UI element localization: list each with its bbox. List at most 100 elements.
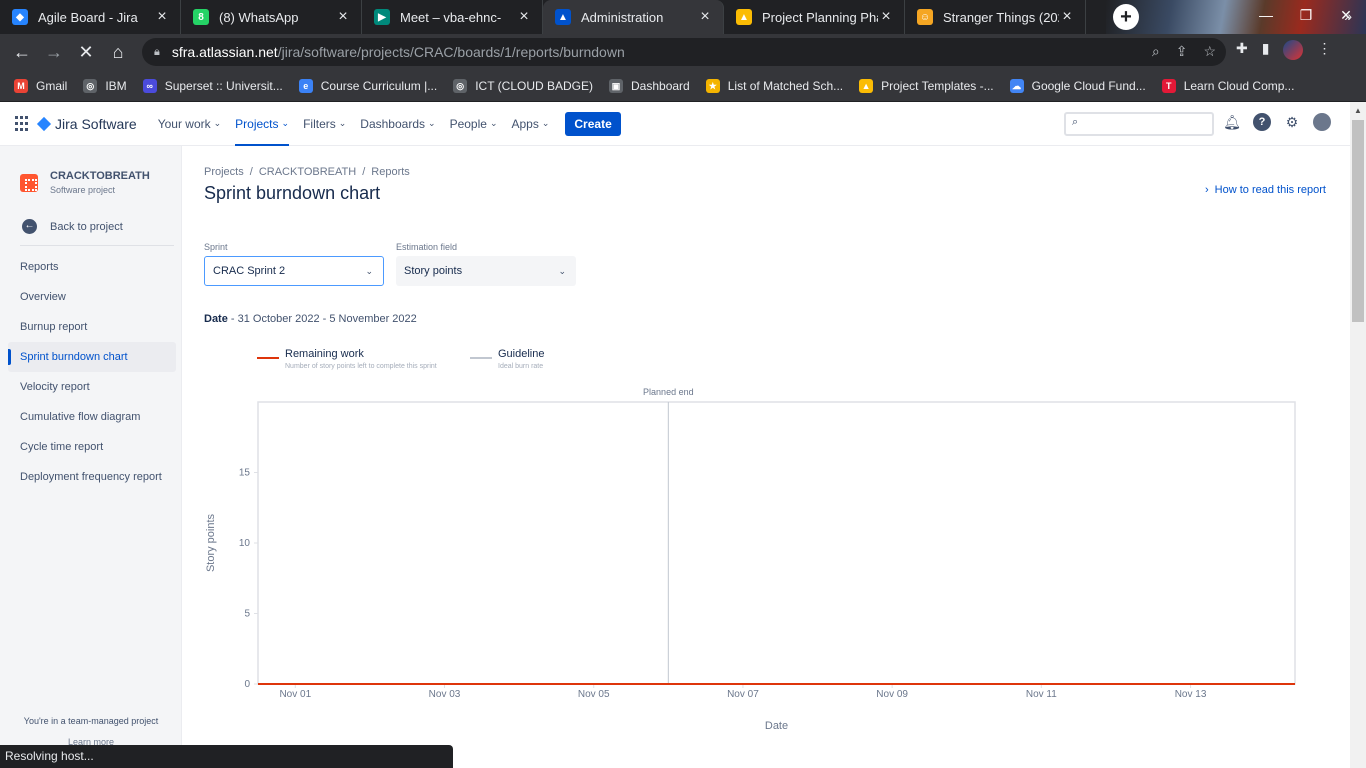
globe-icon: ◎ [83,78,98,93]
bookmark-item[interactable]: T Learn Cloud Comp... [1161,78,1295,93]
lock-icon[interactable]: 🔒︎ [154,46,160,59]
sprint-select[interactable]: CRAC Sprint 2 ⌄ [204,256,384,286]
sidebar-item-cumulative-flow-diagram[interactable]: Cumulative flow diagram [8,402,176,432]
close-tab-icon[interactable]: × [1059,8,1075,26]
back-arrow-icon[interactable]: ← [6,42,38,63]
nav-menu-projects[interactable]: Projects ⌄ [235,102,290,146]
tab-title: Meet – vba-ehnc- [400,9,502,25]
bookmark-item[interactable]: ▲ Project Templates -... [859,78,994,93]
app-switcher-icon[interactable] [15,115,31,132]
browser-menu-icon[interactable]: ⋮ [1317,40,1331,60]
chevron-down-icon: ⌄ [338,118,347,128]
bookmark-label: Learn Cloud Comp... [1183,78,1295,93]
jira-logo[interactable]: Jira Software [36,116,137,132]
how-to-read-label: How to read this report [1214,184,1326,196]
bookmark-item[interactable]: e Course Curriculum |... [298,78,437,93]
new-tab-button[interactable]: + [1113,4,1139,30]
close-tab-icon[interactable]: × [697,8,713,26]
user-avatar-icon[interactable] [1313,113,1331,131]
browser-tab[interactable]: 8 (8) WhatsApp × [181,0,362,34]
close-tab-icon[interactable]: × [154,8,170,26]
back-to-project-link[interactable]: ← Back to project [22,219,123,234]
browser-tab[interactable]: ▲ Administration × [543,0,724,34]
drive-icon: ▲ [859,78,874,93]
bookmark-item[interactable]: ▣ Dashboard [609,78,690,93]
bookmark-star-icon[interactable]: ☆ [1203,43,1216,60]
browser-tab[interactable]: ☺ Stranger Things (2022)× [905,0,1086,34]
extensions-icon[interactable]: ✚ [1236,40,1248,60]
sidebar-item-sprint-burndown-chart[interactable]: Sprint burndown chart [8,342,176,372]
search-icon: ⌕ [1072,116,1079,128]
breadcrumb-project[interactable]: CRACKTOBREATH [259,166,356,178]
close-tab-icon[interactable]: × [335,8,351,26]
nav-menu-dashboards[interactable]: Dashboards ⌄ [360,102,435,146]
page-scrollbar[interactable]: ▲ [1350,102,1366,768]
project-name: CRACKTOBREATH [50,170,150,182]
create-button[interactable]: Create [565,111,621,136]
back-arrow-circle-icon: ← [22,219,37,234]
forward-arrow-icon[interactable]: → [38,42,70,63]
bookmark-item[interactable]: ☁ Google Cloud Fund... [1009,78,1146,93]
plot-area [257,401,1296,685]
bookmark-label: Superset :: Universit... [164,78,283,93]
bookmark-item[interactable]: ∞ Superset :: Universit... [142,78,283,93]
breadcrumb-projects[interactable]: Projects [204,166,244,178]
chevron-down-icon: ⌄ [213,118,222,128]
notifications-icon[interactable]: 🔔︎ [1223,113,1241,131]
maximize-icon[interactable]: ❐ [1286,0,1326,34]
browser-toolbar: ← → ✕ ⌂ 🔒︎ sfra.atlassian.net/jira/softw… [0,34,1366,70]
url-path: /jira/software/projects/CRAC/boards/1/re… [277,44,625,60]
sidepanel-icon[interactable]: ▮ [1262,40,1270,60]
browser-tab[interactable]: ▲ Project Planning Phase× [724,0,905,34]
bookmark-item[interactable]: M Gmail [14,78,67,93]
browser-tab[interactable]: ▶ Meet – vba-ehnc- × [362,0,543,34]
sidebar-item-deployment-frequency-report[interactable]: Deployment frequency report [8,462,176,492]
nav-menu-people[interactable]: People ⌄ [450,102,498,146]
nav-menu-label: Dashboards [360,116,426,131]
sidebar-item-velocity-report[interactable]: Velocity report [8,372,176,402]
nav-menu-apps[interactable]: Apps ⌄ [511,102,549,146]
settings-gear-icon[interactable]: ⚙ [1283,113,1301,131]
tab-title: Stranger Things (2022) [943,9,1059,25]
breadcrumb-reports[interactable]: Reports [371,166,410,178]
close-tab-icon[interactable]: × [878,8,894,26]
scroll-up-icon[interactable]: ▲ [1354,106,1362,115]
browser-tab[interactable]: ◆ Agile Board - Jira × [0,0,181,34]
chevron-down-icon: ⌄ [281,118,290,128]
chevron-down-icon: ⌄ [365,265,373,276]
sidebar-item-cycle-time-report[interactable]: Cycle time report [8,432,176,462]
address-bar[interactable]: 🔒︎ sfra.atlassian.net/jira/software/proj… [142,38,1226,66]
chevron-right-icon: › [1205,184,1209,196]
profile-avatar-icon[interactable] [1283,40,1304,60]
jira-menu: Your work ⌄ Projects ⌄ Filters ⌄ Dashboards ⌄ Pe… [158,102,564,146]
minimize-icon[interactable]: — [1246,0,1286,34]
estimation-select[interactable]: Story points ⌄ [396,256,576,286]
bookmark-label: List of Matched Sch... [727,78,844,93]
x-tick-label: Nov 09 [876,689,908,700]
search-input[interactable]: ⌕ [1064,112,1214,136]
scrollbar-thumb[interactable] [1352,120,1364,322]
burndown-chart[interactable]: 0 5 10 15 Nov 01 Nov 03 Nov 05 Nov 07 Nov 09 Nov … [196,380,1316,740]
nav-menu-filters[interactable]: Filters ⌄ [303,102,346,146]
sidebar-item-burnup-report[interactable]: Burnup report [8,312,176,342]
how-to-read-link[interactable]: › How to read this report [1205,184,1326,196]
stop-loading-icon[interactable]: ✕ [70,42,102,63]
home-icon[interactable]: ⌂ [102,42,134,63]
bookmarks-overflow-icon[interactable]: » [1344,8,1352,24]
team-managed-note: You're in a team-managed project [23,716,159,726]
bookmark-item[interactable]: ◎ ICT (CLOUD BADGE) [453,78,593,93]
project-header[interactable]: CRACKTOBREATH Software project [20,168,150,195]
nav-menu-label: Projects [235,116,279,131]
help-icon[interactable]: ? [1253,113,1271,131]
sidebar-item-overview[interactable]: Overview [8,282,176,312]
bookmark-item[interactable]: ★ List of Matched Sch... [705,78,844,93]
reports-nav: Overview Burnup report Sprint burndown cha… [8,282,176,492]
nav-menu-your-work[interactable]: Your work ⌄ [158,102,221,146]
date-label: Date [204,313,228,325]
bookmark-item[interactable]: ◎ IBM [83,78,127,93]
close-tab-icon[interactable]: × [516,8,532,26]
estimation-select-value: Story points [404,265,463,277]
share-icon[interactable]: ⇪ [1176,43,1188,60]
y-axis-title: Story points [205,513,217,572]
zoom-icon[interactable]: ⌕ [1152,43,1160,60]
